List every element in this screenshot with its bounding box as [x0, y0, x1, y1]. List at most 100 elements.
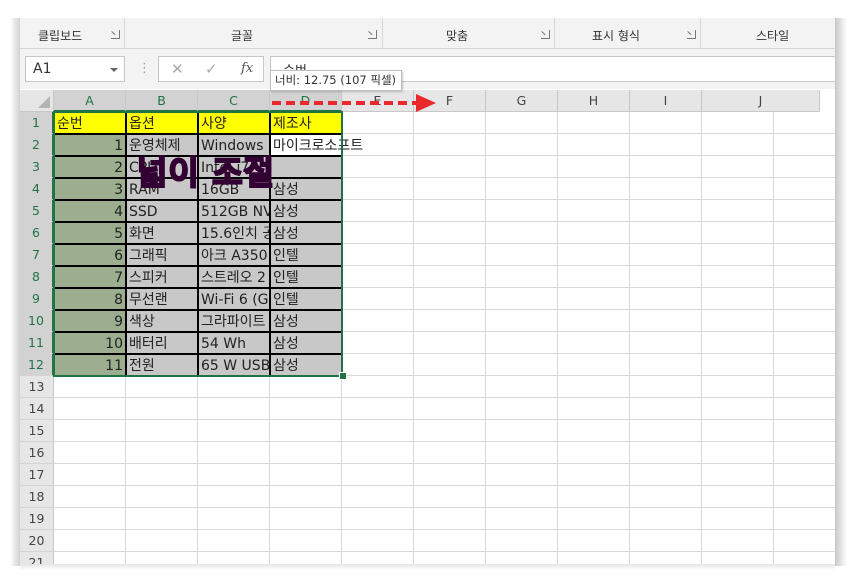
- table-cell[interactable]: 11: [54, 354, 126, 376]
- row-header-10[interactable]: 10: [20, 310, 54, 332]
- column-header-b[interactable]: B: [126, 90, 198, 112]
- table-cell[interactable]: 삼성: [270, 178, 342, 200]
- table-cell[interactable]: 3: [54, 178, 126, 200]
- name-box[interactable]: A1: [25, 56, 125, 82]
- row-header-19[interactable]: 19: [20, 508, 54, 530]
- table-cell[interactable]: 2: [54, 156, 126, 178]
- table-cell[interactable]: 6: [54, 244, 126, 266]
- row-header-16[interactable]: 16: [20, 442, 54, 464]
- table-cell[interactable]: SSD: [126, 200, 198, 222]
- table-cell[interactable]: 화면: [126, 222, 198, 244]
- table-cell[interactable]: 5: [54, 222, 126, 244]
- ribbon-group-styles: 스타일: [700, 18, 835, 48]
- column-header-j[interactable]: J: [702, 90, 820, 112]
- table-cell[interactable]: 스트레오 2: [198, 266, 270, 288]
- ribbon-group-label: 클립보드: [38, 29, 83, 43]
- annotation-width-adjust: 넓이 조절: [136, 152, 275, 193]
- dialog-launcher-icon[interactable]: [687, 30, 696, 39]
- name-box-value: A1: [33, 61, 52, 77]
- ribbon-group-labels: 클립보드 글꼴 맞춤 표시 형식 스타일: [20, 18, 835, 49]
- row-header-15[interactable]: 15: [20, 420, 54, 442]
- row-header-9[interactable]: 9: [20, 288, 54, 310]
- chevron-down-icon[interactable]: [110, 68, 118, 72]
- row-header-11[interactable]: 11: [20, 332, 54, 354]
- header-cell-3[interactable]: 제조사: [270, 112, 342, 134]
- row-header-3[interactable]: 3: [20, 156, 54, 178]
- table-cell[interactable]: 15.6인치 공: [198, 222, 270, 244]
- insert-function-icon[interactable]: fx: [241, 61, 253, 76]
- table-cell[interactable]: 삼성: [270, 222, 342, 244]
- row-header-1[interactable]: 1: [20, 112, 54, 134]
- column-header-a[interactable]: A: [54, 90, 126, 112]
- table-cell[interactable]: 그라파이트: [198, 310, 270, 332]
- column-header-g[interactable]: G: [486, 90, 558, 112]
- dialog-launcher-icon[interactable]: [111, 30, 120, 39]
- ribbon-group-label: 스타일: [756, 29, 790, 43]
- table-cell[interactable]: Wi-Fi 6 (G: [198, 288, 270, 310]
- more-options-icon[interactable]: ⋮: [138, 61, 151, 76]
- table-cell[interactable]: 인텔: [270, 266, 342, 288]
- table-cell[interactable]: 삼성: [270, 310, 342, 332]
- column-header-h[interactable]: H: [558, 90, 630, 112]
- column-header-c[interactable]: C: [198, 90, 270, 112]
- row-header-4[interactable]: 4: [20, 178, 54, 200]
- header-cell-2[interactable]: 사양: [198, 112, 270, 134]
- frame-shadow-left: [10, 18, 20, 566]
- table-cell[interactable]: 65 W USB: [198, 354, 270, 376]
- table-cell[interactable]: 무선랜: [126, 288, 198, 310]
- table-cell[interactable]: 인텔: [270, 288, 342, 310]
- table-cell[interactable]: 전원: [126, 354, 198, 376]
- formula-buttons: ✕ ✓ fx: [158, 56, 264, 82]
- dialog-launcher-icon[interactable]: [368, 30, 377, 39]
- select-all-corner[interactable]: [20, 90, 54, 112]
- table-cell[interactable]: 마이크로소프트: [270, 134, 363, 156]
- table-cell[interactable]: 8: [54, 288, 126, 310]
- row-header-18[interactable]: 18: [20, 486, 54, 508]
- formula-bar: A1 ⋮ ✕ ✓ fx 순번: [20, 49, 835, 89]
- table-cell[interactable]: 그래픽: [126, 244, 198, 266]
- table-cell[interactable]: 배터리: [126, 332, 198, 354]
- table-cell[interactable]: 색상: [126, 310, 198, 332]
- ribbon-group-alignment: 맞춤: [382, 18, 555, 48]
- table-cell[interactable]: 삼성: [270, 332, 342, 354]
- row-header-2[interactable]: 2: [20, 134, 54, 156]
- cancel-icon[interactable]: ✕: [171, 60, 184, 78]
- ribbon-group-clipboard: 클립보드: [20, 18, 125, 48]
- row-header-5[interactable]: 5: [20, 200, 54, 222]
- header-cell-1[interactable]: 옵션: [126, 112, 198, 134]
- ribbon-group-label: 맞춤: [446, 29, 469, 43]
- drag-arrow-icon: [272, 94, 436, 112]
- table-cell[interactable]: 512GB NV: [198, 200, 270, 222]
- table-cell[interactable]: 삼성: [270, 354, 342, 376]
- table-cell[interactable]: 아크 A350: [198, 244, 270, 266]
- table-cell[interactable]: 1: [54, 134, 126, 156]
- row-header-8[interactable]: 8: [20, 266, 54, 288]
- table-cell[interactable]: 4: [54, 200, 126, 222]
- row-header-17[interactable]: 17: [20, 464, 54, 486]
- table-cell[interactable]: 스피커: [126, 266, 198, 288]
- ribbon-group-label: 글꼴: [231, 29, 254, 43]
- table-cell[interactable]: [270, 156, 342, 178]
- table-cell[interactable]: 10: [54, 332, 126, 354]
- column-header-i[interactable]: I: [630, 90, 702, 112]
- screenshot-frame: 클립보드 글꼴 맞춤 표시 형식 스타일 A1 ⋮ ✕ ✓ fx 너비: 12.…: [0, 0, 855, 582]
- table-cell[interactable]: 54 Wh: [198, 332, 270, 354]
- fill-handle[interactable]: [339, 372, 347, 380]
- ribbon-group-font: 글꼴: [124, 18, 383, 48]
- row-header-12[interactable]: 12: [20, 354, 54, 376]
- excel-window: 클립보드 글꼴 맞춤 표시 형식 스타일 A1 ⋮ ✕ ✓ fx 너비: 12.…: [20, 18, 835, 564]
- row-header-21[interactable]: 21: [20, 552, 54, 564]
- row-header-7[interactable]: 7: [20, 244, 54, 266]
- table-cell[interactable]: 9: [54, 310, 126, 332]
- header-cell-0[interactable]: 순번: [54, 112, 126, 134]
- row-header-14[interactable]: 14: [20, 398, 54, 420]
- table-cell[interactable]: 인텔: [270, 244, 342, 266]
- dialog-launcher-icon[interactable]: [541, 30, 550, 39]
- row-header-13[interactable]: 13: [20, 376, 54, 398]
- table-cell[interactable]: 삼성: [270, 200, 342, 222]
- row-header-20[interactable]: 20: [20, 530, 54, 552]
- row-header-6[interactable]: 6: [20, 222, 54, 244]
- column-width-tooltip: 너비: 12.75 (107 픽셀): [270, 70, 403, 91]
- check-icon[interactable]: ✓: [205, 60, 218, 78]
- table-cell[interactable]: 7: [54, 266, 126, 288]
